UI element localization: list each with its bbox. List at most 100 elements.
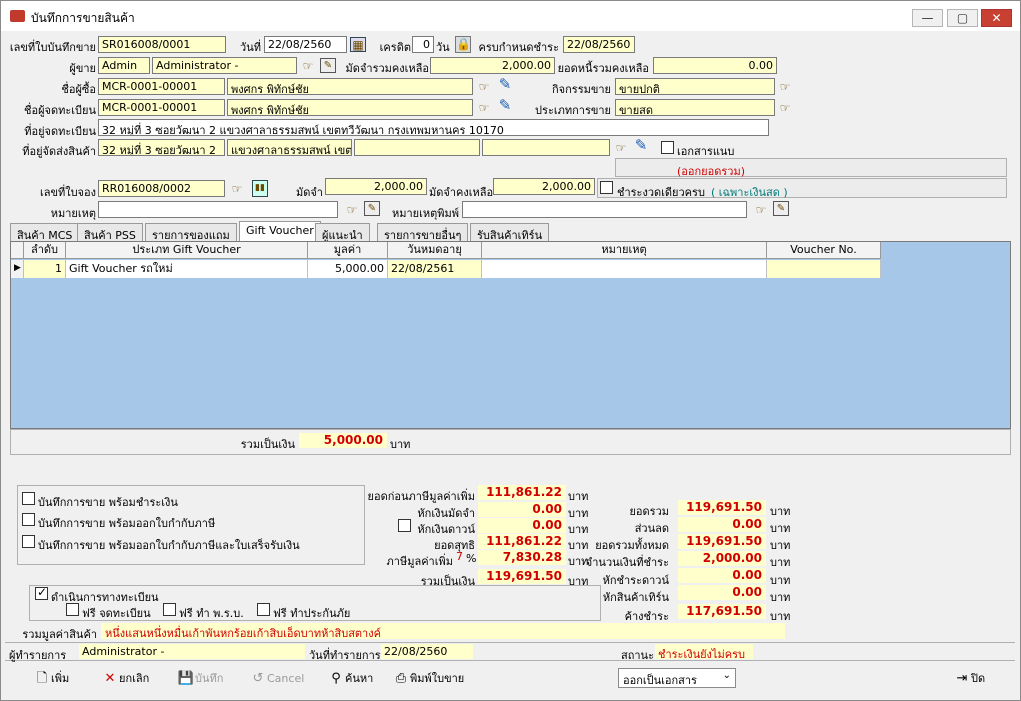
buyer-lookup-icon[interactable]: ☞ — [476, 80, 492, 95]
less-deposit-value: 0.00 — [478, 502, 566, 517]
seller-code-field[interactable]: Admin — [98, 57, 150, 74]
voucher-grid[interactable]: ลำดับ ประเภท Gift Voucher มูลค่า วันหมดอ… — [10, 241, 1011, 429]
printer-icon: ⎙ — [395, 671, 407, 686]
opt-pay-checkbox[interactable] — [22, 492, 35, 505]
cancel-button[interactable]: ↺ Cancel — [249, 668, 305, 690]
calendar-icon[interactable]: ▦ — [350, 37, 366, 52]
search-button[interactable]: ⚲ ค้นหา — [327, 668, 373, 690]
single-pay-checkbox[interactable] — [600, 181, 613, 194]
table-row-seq[interactable]: 1 — [24, 260, 66, 278]
activity-lookup-icon[interactable]: ☞ — [777, 80, 793, 95]
note-field[interactable] — [98, 201, 338, 218]
seller-edit-icon[interactable]: ✎ — [320, 58, 336, 73]
free-reg-checkbox[interactable] — [66, 603, 79, 616]
reg-address-field[interactable]: 32 หมู่ที่ 3 ซอยวัฒนา 2 แขวงศาลาธรรมสพน์… — [98, 119, 769, 136]
attach-checkbox[interactable] — [661, 141, 674, 154]
note-lookup-icon[interactable]: ☞ — [344, 203, 360, 218]
maker-label: ผู้ทำรายการ — [9, 649, 67, 662]
tab-referrer[interactable]: ผู้แนะนำ — [315, 223, 370, 242]
col-note[interactable]: หมายเหตุ — [482, 242, 767, 259]
booking-no-field[interactable]: RR016008/0002 — [98, 180, 225, 197]
lock-icon[interactable]: 🔒 — [455, 36, 471, 53]
col-seq[interactable]: ลำดับ — [24, 242, 66, 259]
maximize-button[interactable]: ▢ — [947, 9, 978, 27]
credit-field[interactable]: 0 — [412, 36, 434, 53]
seller-lookup-icon[interactable]: ☞ — [300, 59, 316, 74]
free-act-label: ฟรี ทำ พ.ร.บ. — [179, 607, 244, 620]
tab-gifts[interactable]: รายการของแถม — [145, 223, 237, 242]
ship-lookup-icon[interactable]: ☞ — [613, 141, 629, 156]
ship-edit-pen-icon[interactable]: ✎ — [633, 138, 649, 153]
opt-tax-receipt-checkbox[interactable] — [22, 535, 35, 548]
opt-tax-invoice-checkbox[interactable] — [22, 513, 35, 526]
ship-address-line3[interactable] — [354, 139, 480, 156]
sale-type-lookup-icon[interactable]: ☞ — [777, 101, 793, 116]
registration-checkbox[interactable] — [35, 585, 48, 600]
outstanding-value: 117,691.50 — [678, 604, 766, 619]
buyer-edit-pen-icon[interactable]: ✎ — [497, 77, 513, 92]
ship-address-line4[interactable] — [482, 139, 610, 156]
booking-lookup-icon[interactable]: ☞ — [229, 182, 245, 197]
close-button[interactable]: ⇥ ปิด — [953, 668, 986, 690]
grid-corner — [11, 242, 24, 259]
tab-gift-voucher[interactable]: Gift Voucher — [239, 221, 321, 242]
cancel-doc-button[interactable]: ✕ ยกเลิก — [101, 668, 150, 690]
main-window: บันทึกการขายสินค้า — ▢ ✕ เลขที่ใบบันทึกข… — [0, 0, 1021, 701]
free-insurance-label: ฟรี ทำประกันภัย — [273, 607, 351, 620]
print-button[interactable]: ⎙ พิมพ์ใบขาย — [392, 668, 464, 690]
doc-no-field[interactable]: SR016008/0001 — [98, 36, 226, 53]
tab-other-sales[interactable]: รายการขายอื่นๆ — [377, 223, 469, 242]
due-field[interactable]: 22/08/2560 — [563, 36, 635, 53]
buyer-name-field[interactable]: พงศกร พิทักษ์ชัย — [227, 78, 473, 95]
activity-field[interactable]: ขายปกติ — [615, 78, 775, 95]
col-voucher-no[interactable]: Voucher No. — [767, 242, 881, 259]
vat-value: 7,830.28 — [478, 550, 566, 565]
add-button[interactable]: 🗋 เพิ่ม — [33, 668, 70, 690]
minimize-button[interactable]: — — [912, 9, 943, 27]
note-edit-icon[interactable]: ✎ — [364, 201, 380, 216]
free-act-checkbox[interactable] — [163, 603, 176, 616]
issue-document-select[interactable]: ออกเป็นเอกสาร ⌄ — [618, 668, 736, 688]
table-row-note[interactable] — [482, 260, 767, 278]
col-value[interactable]: มูลค่า — [308, 242, 388, 259]
less-trade-label: หักสินค้าเทิร์น — [602, 591, 669, 604]
ship-address-line2[interactable]: แขวงศาลาธรรมสพน์ เขต — [227, 139, 352, 156]
close-window-button[interactable]: ✕ — [981, 9, 1012, 27]
registrant-edit-pen-icon[interactable]: ✎ — [497, 98, 513, 113]
doc-no-label: เลขที่ใบบันทึกขาย — [9, 41, 96, 54]
print-note-lookup-icon[interactable]: ☞ — [753, 203, 769, 218]
buyer-code-field[interactable]: MCR-0001-00001 — [98, 78, 225, 95]
vat-rate: 7 — [456, 550, 463, 563]
date-field[interactable]: 22/08/2560 — [264, 36, 347, 53]
print-note-edit-icon[interactable]: ✎ — [773, 201, 789, 216]
save-button-label: บันทึก — [195, 672, 224, 685]
booking-pause-icon[interactable]: ▮▮ — [252, 180, 268, 197]
debt-balance-label: ยอดหนี้รวมคงเหลือ — [557, 62, 649, 75]
registrant-code-field[interactable]: MCR-0001-00001 — [98, 99, 225, 116]
free-insurance-checkbox[interactable] — [257, 603, 270, 616]
col-expire[interactable]: วันหมดอายุ — [388, 242, 482, 259]
table-row-value[interactable]: 5,000.00 — [308, 260, 388, 278]
sale-type-field[interactable]: ขายสด — [615, 99, 775, 116]
all-total-value: 119,691.50 — [678, 534, 766, 549]
vat-label: ภาษีมูลค่าเพิ่ม — [386, 555, 453, 568]
net-value: 111,861.22 — [478, 534, 566, 549]
ship-address-line1[interactable]: 32 หมู่ที่ 3 ซอยวัฒนา 2 — [98, 139, 225, 156]
table-row-expire[interactable]: 22/08/2561 — [388, 260, 482, 278]
row-selector-icon[interactable]: ▶ — [11, 260, 24, 278]
table-row-voucher[interactable] — [767, 260, 881, 278]
issue-select-value: ออกเป็นเอกสาร — [623, 674, 697, 687]
print-button-label: พิมพ์ใบขาย — [410, 672, 465, 685]
tab-trade-in[interactable]: รับสินค้าเทิร์น — [470, 223, 550, 242]
registrant-lookup-icon[interactable]: ☞ — [476, 101, 492, 116]
tab-pss[interactable]: สินค้า PSS — [77, 223, 143, 242]
seller-name-field[interactable]: Administrator - — [152, 57, 297, 74]
registrant-name-field[interactable]: พงศกร พิทักษ์ชัย — [227, 99, 473, 116]
tab-mcs[interactable]: สินค้า MCS — [10, 223, 80, 242]
discount-unit: บาท — [770, 522, 791, 535]
col-type[interactable]: ประเภท Gift Voucher — [66, 242, 308, 259]
print-note-field[interactable] — [462, 201, 747, 218]
total-value: 119,691.50 — [678, 500, 766, 515]
table-row-type[interactable]: Gift Voucher รถใหม่ — [66, 260, 308, 278]
save-button[interactable]: 💾บันทึก — [177, 668, 224, 690]
